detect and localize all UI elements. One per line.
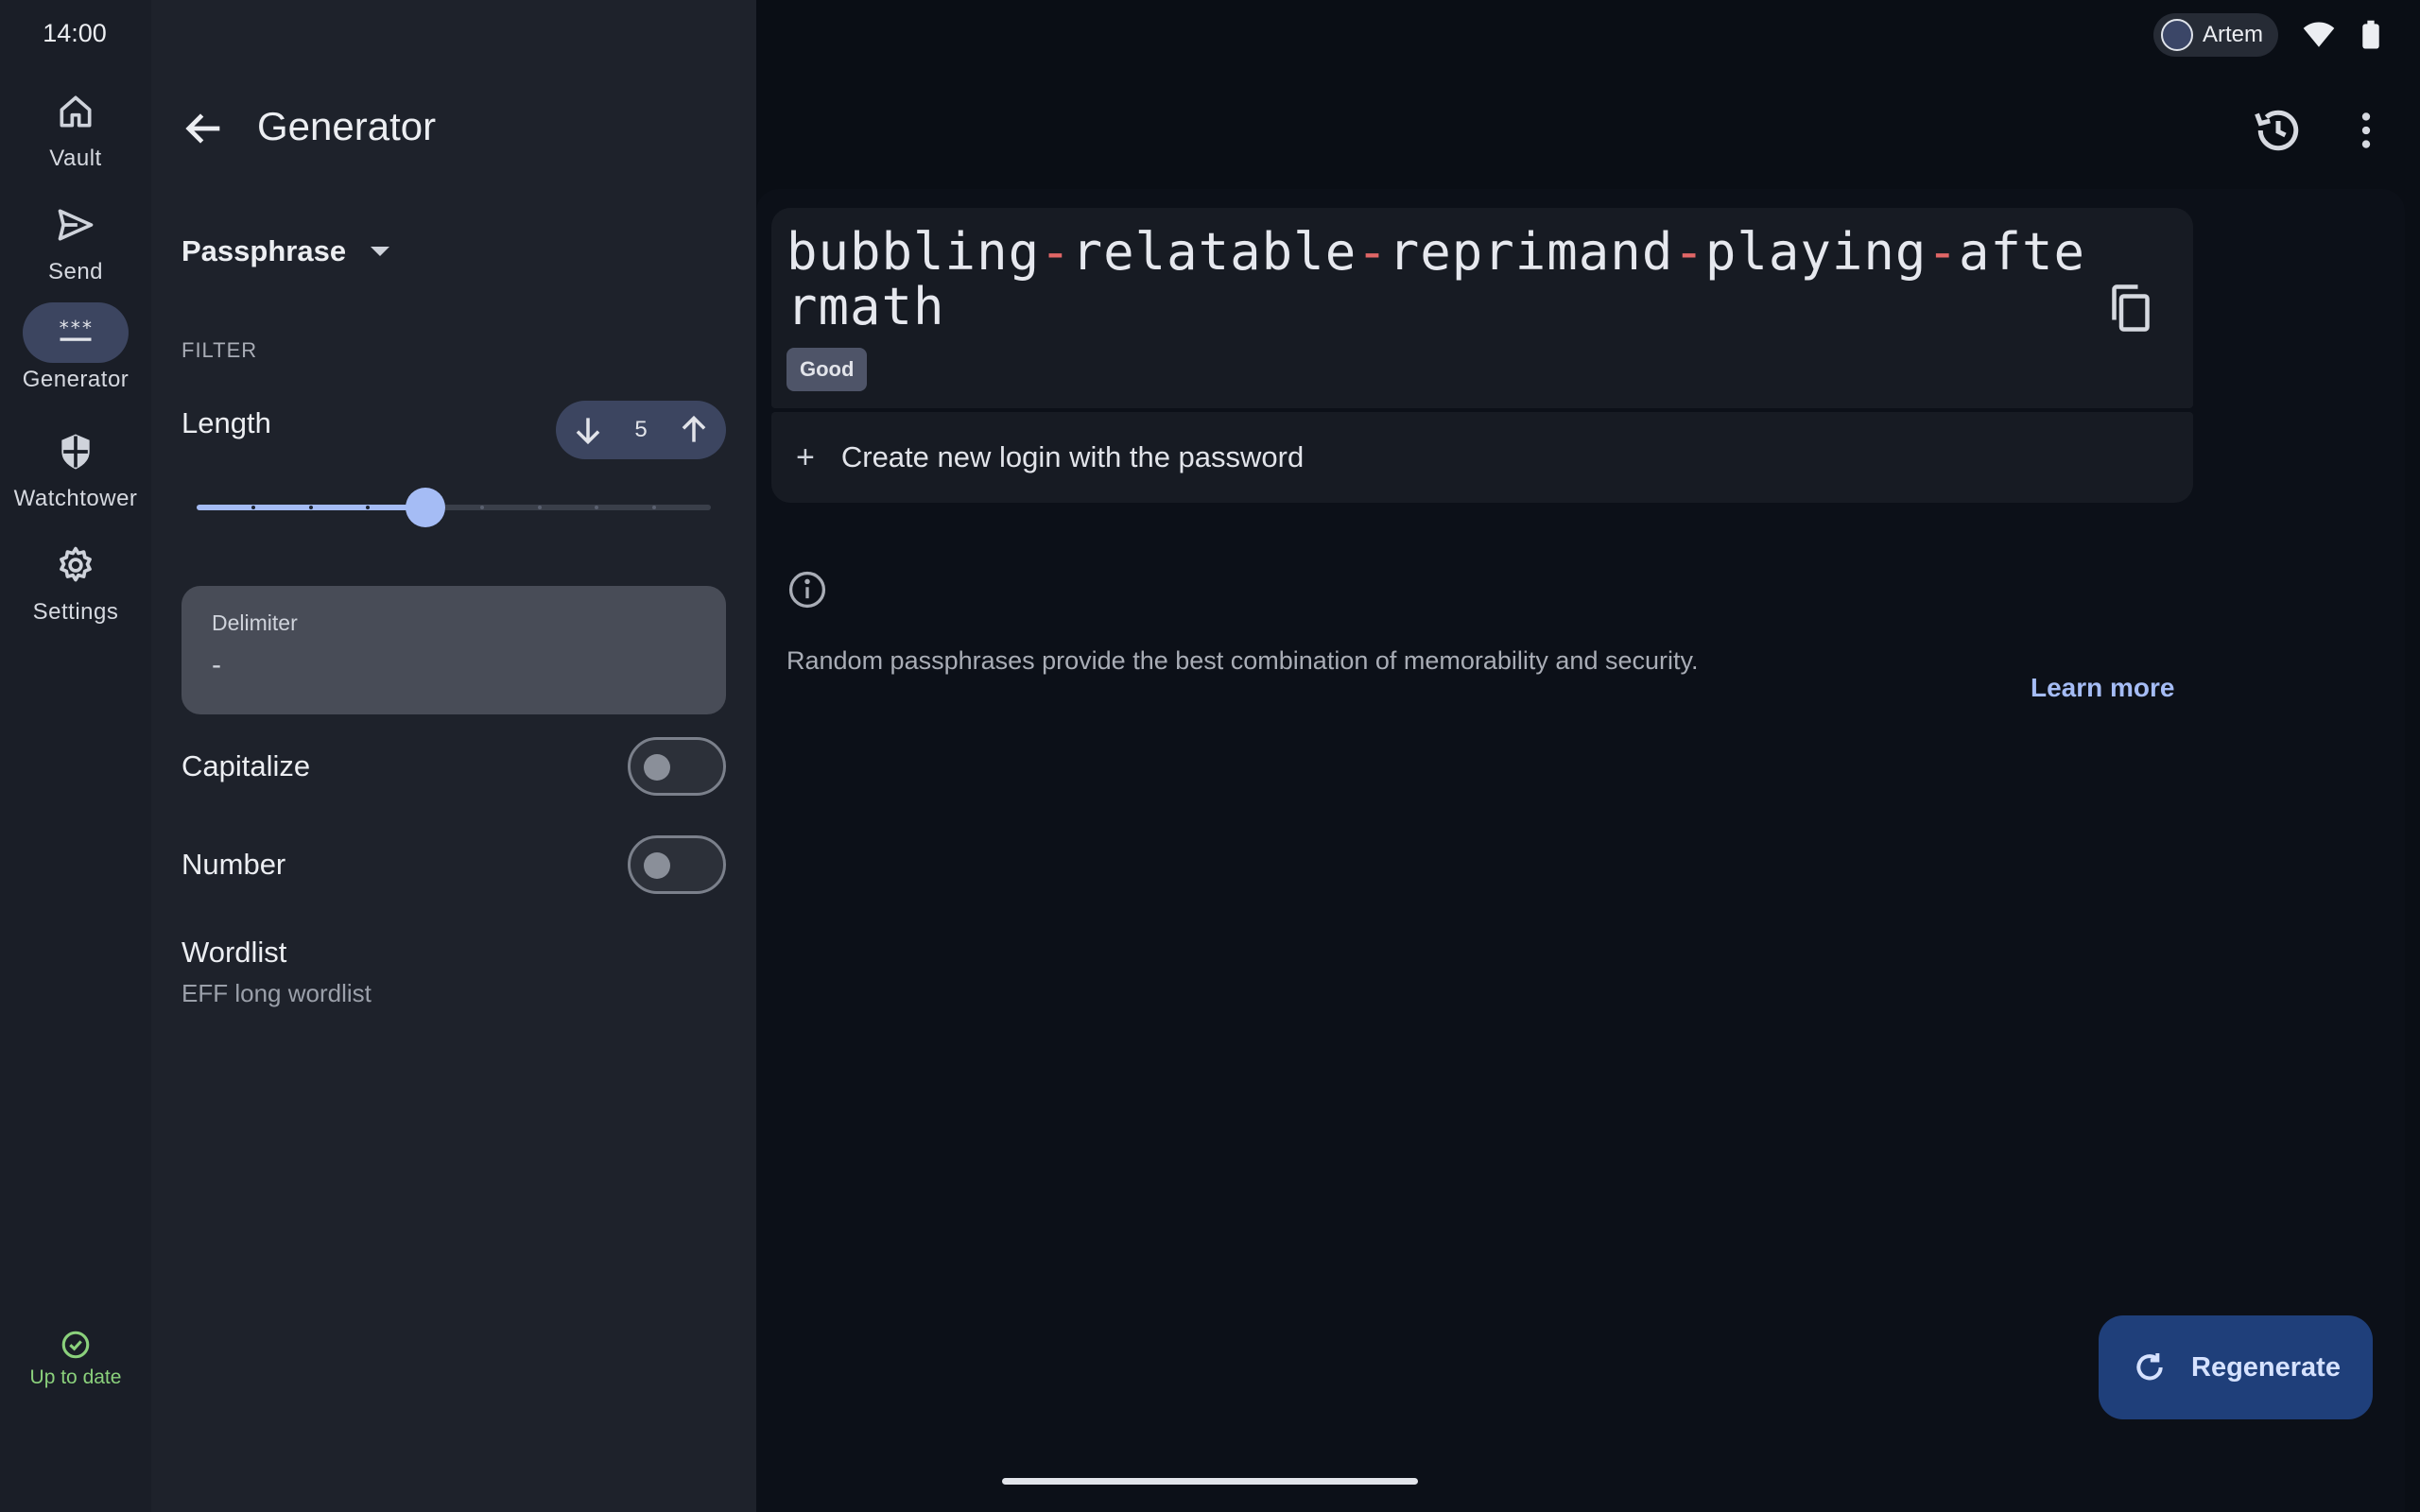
capitalize-label: Capitalize xyxy=(182,749,311,782)
page-title: Generator xyxy=(257,104,437,148)
toggle-knob xyxy=(644,852,670,879)
passphrase-word: bubbling xyxy=(786,222,1041,282)
regenerate-button[interactable]: Regenerate xyxy=(2099,1315,2373,1419)
account-name: Artem xyxy=(2202,22,2263,47)
capitalize-toggle[interactable] xyxy=(628,737,726,796)
send-icon xyxy=(23,195,129,255)
filter-section-label: FILTER xyxy=(182,338,258,362)
passphrase-separator: - xyxy=(1357,222,1389,282)
wordlist-setting[interactable]: Wordlist EFF long wordlist xyxy=(182,936,372,1008)
delimiter-field[interactable]: Delimiter - xyxy=(182,586,726,714)
slider-thumb[interactable] xyxy=(405,488,445,527)
nav-label-send: Send xyxy=(47,259,104,284)
number-toggle[interactable] xyxy=(628,835,726,894)
svg-text:***: *** xyxy=(59,317,93,339)
nav-label-vault: Vault xyxy=(49,146,102,171)
generator-type-label: Passphrase xyxy=(182,234,347,267)
passphrase-separator: - xyxy=(1927,222,1959,282)
wordlist-subtitle: EFF long wordlist xyxy=(182,979,372,1007)
passphrase-separator: - xyxy=(1673,222,1705,282)
account-chip[interactable]: Artem xyxy=(2152,13,2278,57)
password-icon: *** xyxy=(23,302,129,363)
delimiter-value: - xyxy=(212,649,221,680)
nav-item-send[interactable]: Send xyxy=(0,195,151,285)
home-indicator xyxy=(1002,1478,1418,1485)
nav-item-generator[interactable]: *** Generator xyxy=(0,302,151,393)
slider-tick xyxy=(308,506,313,509)
battery-icon xyxy=(2362,20,2379,49)
copy-icon xyxy=(2112,284,2150,332)
passphrase-word: reprimand xyxy=(1388,222,1674,282)
generated-passphrase[interactable]: bubbling-relatable-reprimand-playing-aft… xyxy=(786,225,2091,335)
length-stepper: 5 xyxy=(556,401,726,459)
status-clock: 14:00 xyxy=(43,19,107,47)
length-label: Length xyxy=(182,406,271,439)
slider-tick xyxy=(537,506,542,509)
gear-icon xyxy=(23,535,129,595)
number-label: Number xyxy=(182,848,286,881)
learn-more-link[interactable]: Learn more xyxy=(2031,673,2175,703)
history-icon xyxy=(2255,110,2299,151)
nav-item-settings[interactable]: Settings xyxy=(0,535,151,626)
sync-status: Up to date xyxy=(0,1329,151,1389)
increase-length-button[interactable] xyxy=(675,411,713,449)
passphrase-separator: - xyxy=(1040,222,1072,282)
home-icon xyxy=(23,81,129,142)
generator-type-dropdown[interactable]: Passphrase xyxy=(182,234,390,268)
length-value: 5 xyxy=(634,417,648,442)
create-login-button[interactable]: + Create new login with the password xyxy=(771,412,2193,503)
history-button[interactable] xyxy=(2250,102,2307,159)
plus-icon: + xyxy=(796,438,815,475)
strength-badge: Good xyxy=(786,348,868,391)
regenerate-label: Regenerate xyxy=(2191,1351,2341,1383)
status-bar-right: Artem xyxy=(2152,13,2382,57)
sync-status-label: Up to date xyxy=(29,1366,122,1388)
create-login-label: Create new login with the password xyxy=(840,440,1305,473)
arrow-up-icon xyxy=(682,415,706,442)
nav-label-generator: Generator xyxy=(22,367,130,392)
info-text: Random passphrases provide the best comb… xyxy=(786,646,1699,675)
arrow-back-icon xyxy=(185,113,220,144)
nav-item-watchtower[interactable]: Watchtower xyxy=(0,421,151,512)
check-circle-icon xyxy=(61,1331,90,1359)
refresh-icon xyxy=(2136,1353,2163,1381)
more-options-button[interactable] xyxy=(2342,102,2390,159)
length-slider[interactable] xyxy=(197,486,711,527)
passphrase-word: relatable xyxy=(1071,222,1357,282)
more-vert-icon xyxy=(2361,112,2371,148)
wifi-icon xyxy=(2303,22,2335,47)
wordlist-title: Wordlist xyxy=(182,936,287,969)
number-row: Number xyxy=(182,835,726,894)
toggle-knob xyxy=(644,754,670,781)
delimiter-label: Delimiter xyxy=(212,610,298,635)
decrease-length-button[interactable] xyxy=(569,411,607,449)
arrow-down-icon xyxy=(576,418,600,445)
copy-button[interactable] xyxy=(2102,280,2159,336)
nav-item-vault[interactable]: Vault xyxy=(0,81,151,172)
capitalize-row: Capitalize xyxy=(182,737,726,796)
back-button[interactable] xyxy=(178,102,231,155)
shield-icon xyxy=(23,421,129,482)
avatar xyxy=(2160,19,2193,51)
info-icon xyxy=(788,571,826,609)
nav-label-watchtower: Watchtower xyxy=(13,486,138,511)
passphrase-word: playing xyxy=(1704,222,1927,282)
nav-label-settings: Settings xyxy=(32,599,119,625)
slider-tick xyxy=(651,506,656,509)
dropdown-arrow-icon xyxy=(371,247,390,256)
